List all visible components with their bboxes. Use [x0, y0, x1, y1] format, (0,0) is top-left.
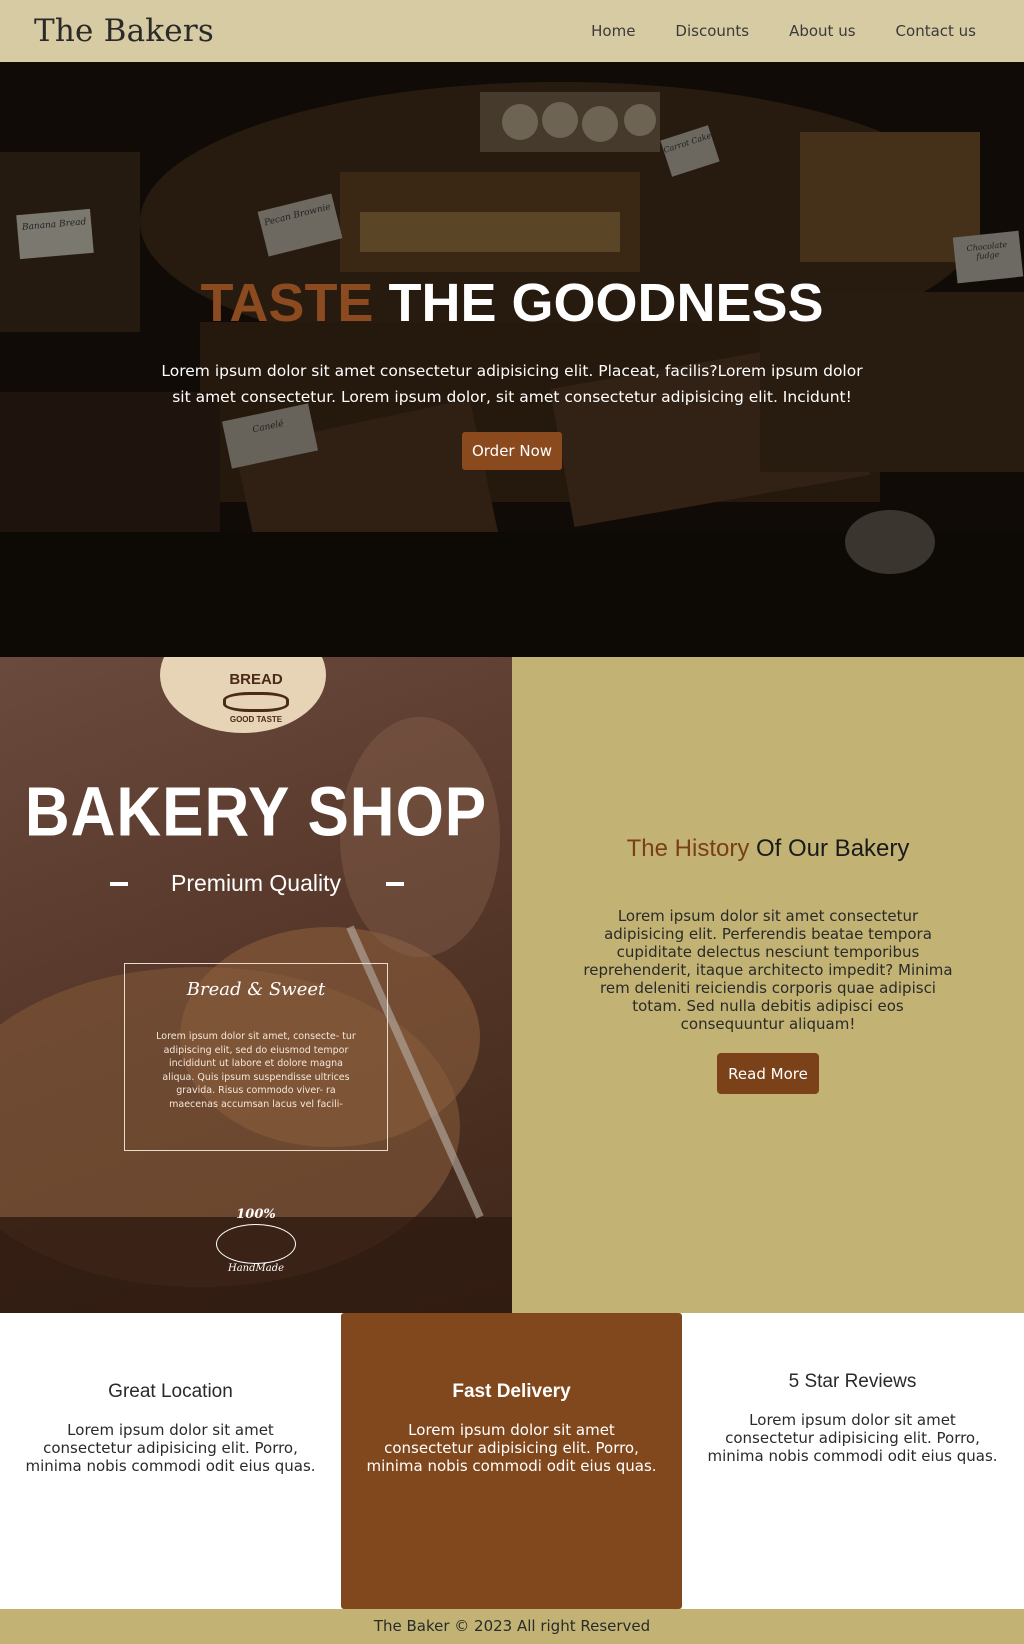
- poster-box-text: Lorem ipsum dolor sit amet, consecte- tu…: [156, 1031, 356, 1110]
- poster-subtitle: Premium Quality: [171, 870, 341, 896]
- history-description: Lorem ipsum dolor sit amet consectetur a…: [583, 907, 953, 1033]
- stamp-bottom-label: HandMade: [227, 1263, 285, 1274]
- stamp-top-label: 100%: [236, 1207, 276, 1222]
- poster-box-title: Bread & Sweet: [186, 979, 326, 1000]
- read-more-button[interactable]: Read More: [717, 1053, 819, 1094]
- badge-bread-label: BREAD: [229, 671, 283, 688]
- feature-title: Great Location: [108, 1381, 233, 1402]
- badge-good-taste-label: GOOD TASTE: [229, 715, 283, 724]
- history-title-accent: The History: [626, 835, 750, 862]
- feature-card-delivery: Fast Delivery Lorem ipsum dolor sit amet…: [341, 1313, 682, 1609]
- nav-contact-link[interactable]: Contact us: [896, 22, 976, 40]
- main-nav: Home Discounts About us Contact us: [591, 22, 976, 40]
- history-section: The History Of Our Bakery Lorem ipsum do…: [512, 657, 1024, 1313]
- history-title: The History Of Our Bakery: [512, 835, 1024, 863]
- history-title-rest: Of Our Bakery: [756, 835, 910, 862]
- bakery-poster-image: BREAD GOOD TASTE BAKERY SHOP Premium Qua…: [0, 657, 512, 1313]
- feature-text: Lorem ipsum dolor sit amet consectetur a…: [366, 1421, 657, 1475]
- hero-title-accent: TASTE: [200, 273, 374, 333]
- feature-text: Lorem ipsum dolor sit amet consectetur a…: [707, 1411, 998, 1465]
- hero-title-rest: THE GOODNESS: [388, 273, 824, 333]
- dash-right-icon: [386, 882, 404, 886]
- poster-title: BAKERY SHOP: [24, 773, 488, 852]
- feature-card-reviews: 5 Star Reviews Lorem ipsum dolor sit ame…: [682, 1313, 1023, 1609]
- feature-title: Fast Delivery: [452, 1381, 571, 1402]
- hero-description: Lorem ipsum dolor sit amet consectetur a…: [161, 362, 863, 406]
- site-footer: The Baker © 2023 All right Reserved: [0, 1609, 1024, 1644]
- feature-text: Lorem ipsum dolor sit amet consectetur a…: [25, 1421, 316, 1475]
- hero-title: TASTE THE GOODNESS: [0, 272, 1024, 334]
- feature-title: 5 Star Reviews: [788, 1371, 917, 1392]
- order-now-button[interactable]: Order Now: [462, 432, 562, 470]
- nav-home-link[interactable]: Home: [591, 22, 635, 40]
- nav-about-link[interactable]: About us: [789, 22, 855, 40]
- nav-discounts-link[interactable]: Discounts: [675, 22, 749, 40]
- feature-card-location: Great Location Lorem ipsum dolor sit ame…: [0, 1313, 341, 1609]
- brand-logo[interactable]: The Bakers: [34, 13, 214, 49]
- site-header: The Bakers Home Discounts About us Conta…: [0, 0, 1024, 62]
- hero-section: Banana Bread Pecan Brownie Carrot Cake C…: [0, 62, 1024, 657]
- rolling-pin-icon: [216, 1224, 296, 1264]
- bread-icon: [223, 692, 289, 712]
